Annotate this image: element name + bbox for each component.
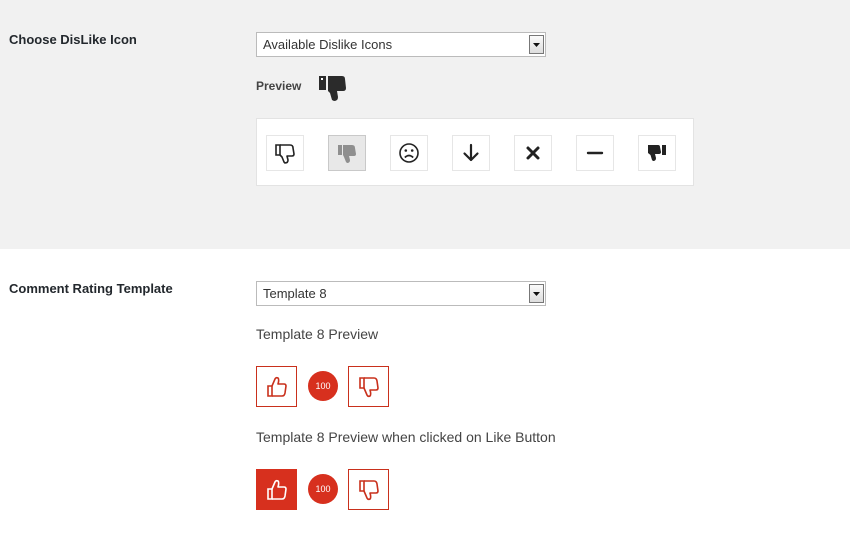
dropdown-arrow-icon[interactable]: [529, 284, 544, 303]
thumbs-down-filled-gray-icon[interactable]: [328, 135, 366, 171]
frown-face-icon[interactable]: [390, 135, 428, 171]
dislike-button[interactable]: [348, 366, 389, 407]
dislike-icon-label: Choose DisLike Icon: [9, 32, 137, 47]
dislike-icon-select-value: Available Dislike Icons: [263, 37, 393, 52]
like-button[interactable]: [256, 366, 297, 407]
thumbs-up-outline-icon: [266, 376, 287, 397]
thumbs-down-outline-icon[interactable]: [266, 135, 304, 171]
times-icon[interactable]: [514, 135, 552, 171]
comment-rating-template-label: Comment Rating Template: [9, 281, 173, 296]
dislike-icon-section: Choose DisLike Icon Available Dislike Ic…: [0, 0, 850, 249]
template-clicked-caption: Template 8 Preview when clicked on Like …: [256, 429, 556, 445]
rating-count: 100: [308, 371, 338, 401]
dislike-icon-options: [256, 118, 694, 186]
thumbs-up-outline-icon: [266, 479, 287, 500]
arrow-down-icon[interactable]: [452, 135, 490, 171]
thumbs-down-solid-icon: [318, 74, 348, 102]
dislike-icon-select[interactable]: Available Dislike Icons: [256, 32, 546, 57]
rating-count-clicked: 100: [308, 474, 338, 504]
thumbs-down-solid-icon[interactable]: [638, 135, 676, 171]
template-preview-caption: Template 8 Preview: [256, 326, 379, 342]
dropdown-arrow-icon[interactable]: [529, 35, 544, 54]
dislike-button-clicked-state[interactable]: [348, 469, 389, 510]
comment-rating-template-section: Comment Rating Template Template 8 Templ…: [0, 249, 850, 556]
thumbs-down-outline-icon: [358, 376, 379, 397]
template-select-value: Template 8: [263, 286, 327, 301]
minus-icon[interactable]: [576, 135, 614, 171]
preview-label: Preview: [256, 79, 302, 93]
like-button-clicked[interactable]: [256, 469, 297, 510]
template-select[interactable]: Template 8: [256, 281, 546, 306]
thumbs-down-outline-icon: [358, 479, 379, 500]
